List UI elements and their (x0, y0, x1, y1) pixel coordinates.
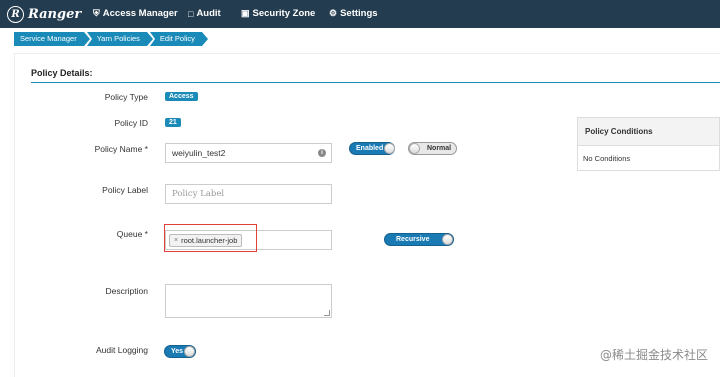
section-title: Policy Details: (31, 68, 93, 78)
nav-access-manager-label: Access Manager (102, 8, 178, 19)
policy-type-badge: Access (165, 92, 198, 101)
nav-security-zone-label: Security Zone (252, 8, 316, 19)
queue-label: Queue * (116, 229, 148, 239)
description-label: Description (105, 286, 148, 296)
nav-audit[interactable]: □ Audit (188, 8, 221, 19)
normal-toggle[interactable]: Normal (408, 142, 457, 155)
watermark: @稀土掘金技术社区 (599, 348, 708, 362)
policy-name-value: weiyulin_test2 (172, 148, 226, 158)
toggle-knob (409, 143, 420, 154)
policy-label-input[interactable]: Policy Label (165, 184, 332, 204)
policy-name-label: Policy Name * (94, 144, 148, 154)
policy-name-input[interactable]: weiyulin_test2 i (165, 143, 332, 163)
breadcrumb: Service Manager Yarn Policies Edit Polic… (14, 32, 208, 46)
info-icon[interactable]: i (318, 149, 326, 157)
nav-access-manager[interactable]: ⛨ Access Manager (93, 8, 178, 19)
recursive-toggle-label: Recursive (396, 236, 430, 243)
policy-id-badge: 21 (165, 118, 181, 127)
normal-toggle-label: Normal (427, 145, 452, 152)
policy-conditions-panel: Policy Conditions No Conditions (577, 117, 720, 171)
toggle-knob (184, 346, 195, 357)
gear-icon: ⚙ (329, 8, 338, 18)
shield-icon: ⛨ (93, 8, 100, 18)
policy-id-label: Policy ID (114, 118, 148, 128)
top-navbar: R Ranger ⛨ Access Manager □ Audit ▣ Secu… (0, 0, 720, 28)
audit-logging-label: Audit Logging (96, 345, 148, 355)
nav-settings[interactable]: ⚙ Settings (329, 8, 378, 19)
policy-type-label: Policy Type (104, 92, 148, 102)
audit-logging-toggle[interactable]: Yes (164, 345, 196, 358)
breadcrumb-edit-policy: Edit Policy (149, 32, 208, 46)
enabled-toggle-label: Enabled (356, 145, 384, 152)
policy-conditions-body: No Conditions (583, 154, 631, 163)
section-divider (31, 82, 720, 83)
zone-icon: ▣ (241, 8, 250, 18)
enabled-toggle[interactable]: Enabled (349, 142, 395, 155)
policy-label-label: Policy Label (102, 185, 148, 195)
toggle-knob (442, 234, 453, 245)
toggle-knob (384, 143, 395, 154)
resize-grip-icon[interactable] (324, 310, 330, 316)
nav-settings-label: Settings (340, 8, 378, 19)
file-icon: □ (188, 8, 194, 19)
breadcrumb-yarn-policies[interactable]: Yarn Policies (86, 32, 154, 46)
brand[interactable]: R Ranger (7, 5, 82, 23)
ranger-logo-icon: R (7, 5, 24, 23)
breadcrumb-service-manager[interactable]: Service Manager (14, 32, 90, 46)
nav-audit-label: Audit (196, 8, 221, 19)
policy-label-placeholder: Policy Label (172, 189, 225, 199)
recursive-toggle[interactable]: Recursive (384, 233, 454, 246)
policy-conditions-header: Policy Conditions (578, 118, 719, 146)
nav-security-zone[interactable]: ▣ Security Zone (241, 8, 315, 19)
audit-logging-toggle-label: Yes (171, 348, 184, 355)
brand-name: Ranger (28, 6, 82, 22)
description-textarea[interactable] (165, 284, 332, 318)
highlight-box (164, 224, 257, 252)
